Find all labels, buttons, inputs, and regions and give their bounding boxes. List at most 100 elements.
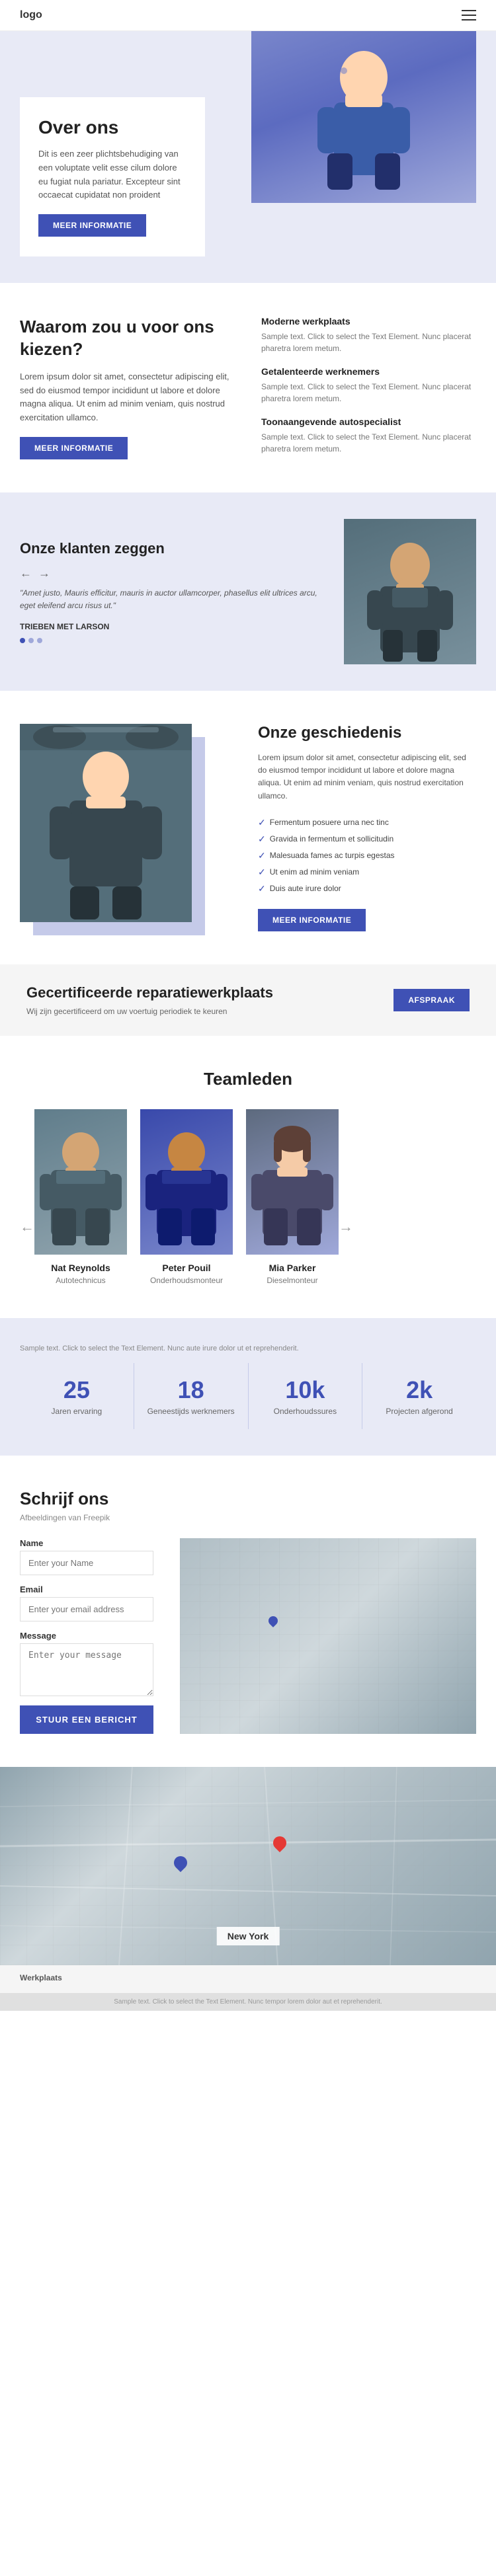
- feature-title-1: Moderne werkplaats: [261, 316, 476, 327]
- team-section: Teamleden ←: [0, 1036, 496, 1318]
- why-more-button[interactable]: MEER INFORMATIE: [20, 437, 128, 459]
- dot-3[interactable]: [37, 638, 42, 643]
- team-next-button[interactable]: →: [339, 1218, 353, 1235]
- stat-item-3: 10k Onderhoudssures: [249, 1363, 363, 1429]
- form-message-group: Message: [20, 1631, 153, 1696]
- why-description: Lorem ipsum dolor sit amet, consectetur …: [20, 370, 235, 425]
- checklist-item-5: ✓ Duis aute irure dolor: [258, 880, 476, 897]
- map-background: New York: [0, 1767, 496, 1965]
- form-name-group: Name: [20, 1538, 153, 1575]
- history-section: Onze geschiedenis Lorem ipsum dolor sit …: [0, 691, 496, 964]
- hamburger-menu[interactable]: [462, 10, 476, 20]
- team-photo-1: [34, 1109, 127, 1255]
- team-member-name-3: Mia Parker: [246, 1263, 339, 1273]
- check-icon-4: ✓: [258, 867, 266, 878]
- why-features: Moderne werkplaats Sample text. Click to…: [261, 316, 476, 455]
- team-prev-button[interactable]: ←: [20, 1218, 34, 1235]
- stat-number-1: 25: [26, 1376, 127, 1404]
- testimonial-text: Onze klanten zeggen ← → "Amet justo, Mau…: [20, 540, 324, 643]
- hero-image: [251, 31, 476, 203]
- hero-description: Dit is een zeer plichtsbehudiging van ee…: [38, 147, 186, 202]
- stat-item-2: 18 Geneestijds werknemers: [134, 1363, 249, 1429]
- testimonials-section: Onze klanten zeggen ← → "Amet justo, Mau…: [0, 492, 496, 691]
- feature-text-3: Sample text. Click to select the Text El…: [261, 431, 476, 455]
- team-next-arrow: →: [339, 1159, 353, 1235]
- submit-button[interactable]: STUUR EEN BERICHT: [20, 1705, 153, 1734]
- history-heading: Onze geschiedenis: [258, 724, 476, 742]
- stat-number-2: 18: [141, 1376, 241, 1404]
- testimonial-prev-button[interactable]: ←: [20, 566, 32, 580]
- team-prev-arrow: ←: [20, 1159, 34, 1235]
- history-more-button[interactable]: MEER INFORMATIE: [258, 909, 366, 931]
- email-input[interactable]: [20, 1597, 153, 1621]
- footer-note-text: Sample text. Click to select the Text El…: [114, 1998, 382, 2006]
- team-cards: Nat Reynolds Autotechnicus: [34, 1109, 339, 1285]
- check-icon-1: ✓: [258, 817, 266, 828]
- feature-text-2: Sample text. Click to select the Text El…: [261, 381, 476, 405]
- stat-number-4: 2k: [369, 1376, 470, 1404]
- check-icon-3: ✓: [258, 850, 266, 861]
- dot-1[interactable]: [20, 638, 25, 643]
- team-card-2: Peter Pouil Onderhoudsmonteur: [140, 1109, 233, 1285]
- testimonial-next-button[interactable]: →: [38, 566, 50, 580]
- stat-label-1: Jaren ervaring: [26, 1407, 127, 1416]
- testimonial-dots: [20, 638, 324, 643]
- stat-item-1: 25 Jaren ervaring: [20, 1363, 134, 1429]
- feature-title-3: Toonaangevende autospecialist: [261, 416, 476, 427]
- stats-sample-text: Sample text. Click to select the Text El…: [20, 1345, 476, 1352]
- certified-text: Gecertificeerde reparatiewerkplaats Wij …: [26, 984, 273, 1016]
- checklist-item-2: ✓ Gravida in fermentum et sollicitudin: [258, 831, 476, 847]
- message-label: Message: [20, 1631, 153, 1641]
- stat-label-3: Onderhoudssures: [255, 1407, 356, 1416]
- certified-appointment-button[interactable]: AFSPRAAK: [393, 989, 470, 1011]
- why-heading: Waarom zou u voor ons kiezen?: [20, 316, 235, 361]
- certified-section: Gecertificeerde reparatiewerkplaats Wij …: [0, 964, 496, 1036]
- name-label: Name: [20, 1538, 153, 1548]
- why-section: Waarom zou u voor ons kiezen? Lorem ipsu…: [0, 283, 496, 492]
- checklist-item-3: ✓ Malesuada fames ac turpis egestas: [258, 847, 476, 864]
- check-icon-5: ✓: [258, 883, 266, 894]
- footer-werkplaats-label: Werkplaats: [20, 1973, 62, 1982]
- testimonial-mechanic-svg: [360, 532, 460, 664]
- mia-parker-photo: [246, 1116, 339, 1248]
- message-textarea[interactable]: [20, 1643, 153, 1696]
- hamburger-line-2: [462, 15, 476, 16]
- map-city-label: New York: [217, 1927, 280, 1945]
- mechanic-hero-svg: [298, 38, 430, 196]
- testimonial-image: [344, 519, 476, 664]
- hero-cta-button[interactable]: MEER INFORMATIE: [38, 214, 146, 237]
- certified-description: Wij zijn gecertificeerd om uw voertuig p…: [26, 1007, 273, 1016]
- team-card-1: Nat Reynolds Autotechnicus: [34, 1109, 127, 1285]
- history-description: Lorem ipsum dolor sit amet, consectetur …: [258, 752, 476, 802]
- hamburger-line-3: [462, 19, 476, 20]
- email-label: Email: [20, 1584, 153, 1594]
- mechanic-hero-photo: [251, 31, 476, 203]
- nat-reynolds-photo: [34, 1116, 127, 1248]
- hero-section: Over ons Dit is een zeer plichtsbehudigi…: [0, 31, 496, 283]
- team-member-role-2: Onderhoudsmonteur: [140, 1276, 233, 1285]
- hero-title: Over ons: [38, 117, 186, 138]
- footer-note: Sample text. Click to select the Text El…: [0, 1993, 496, 2011]
- team-member-name-1: Nat Reynolds: [34, 1263, 127, 1273]
- testimonial-heading: Onze klanten zeggen: [20, 540, 324, 557]
- stat-label-2: Geneestijds werknemers: [141, 1407, 241, 1416]
- peter-pouil-photo: [140, 1116, 233, 1248]
- hero-text-box: Over ons Dit is een zeer plichtsbehudigi…: [20, 97, 205, 256]
- feature-item-1: Moderne werkplaats Sample text. Click to…: [261, 316, 476, 354]
- stat-number-3: 10k: [255, 1376, 356, 1404]
- dot-2[interactable]: [28, 638, 34, 643]
- testimonial-quote: "Amet justo, Mauris efficitur, mauris in…: [20, 587, 324, 612]
- testimonial-photo: [344, 519, 476, 664]
- name-input[interactable]: [20, 1551, 153, 1575]
- contact-form: Name Email Message STUUR EEN BERICHT: [20, 1538, 153, 1734]
- testimonial-author: TRIEBEN MET LARSON: [20, 622, 324, 631]
- history-main-image: [20, 724, 192, 922]
- feature-item-2: Getalenteerde werknemers Sample text. Cl…: [261, 366, 476, 405]
- feature-title-2: Getalenteerde werknemers: [261, 366, 476, 377]
- map-section: New York: [0, 1767, 496, 1965]
- why-left: Waarom zou u voor ons kiezen? Lorem ipsu…: [20, 316, 235, 459]
- stats-section: Sample text. Click to select the Text El…: [0, 1318, 496, 1456]
- logo[interactable]: logo: [20, 9, 42, 21]
- team-member-name-2: Peter Pouil: [140, 1263, 233, 1273]
- team-photo-2: [140, 1109, 233, 1255]
